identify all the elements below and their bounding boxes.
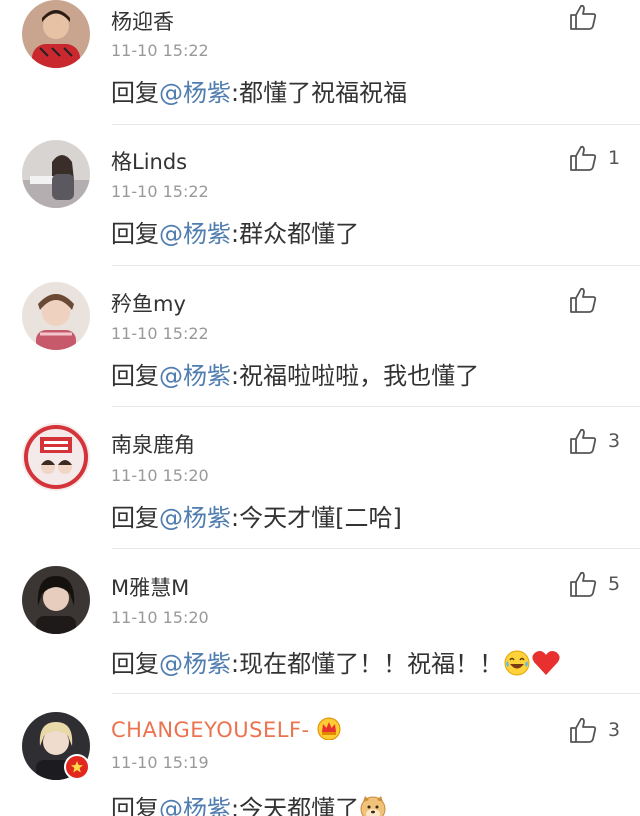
- timestamp: 11-10 15:20: [111, 608, 209, 627]
- like-count: 3: [608, 719, 621, 741]
- reply-prefix: 回复: [111, 504, 159, 532]
- reply-prefix: 回复: [111, 79, 159, 107]
- comment-item: 格Linds 11-10 15:22 回复@杨紫:群众都懂了 1: [0, 140, 640, 265]
- username-text: CHANGEYOUSELF-: [111, 718, 310, 742]
- timestamp: 11-10 15:22: [111, 324, 209, 343]
- comment-body: :都懂了祝福祝福: [231, 79, 408, 107]
- divider: [112, 124, 640, 125]
- comment-list: 杨迎香 11-10 15:22 回复@杨紫:都懂了祝福祝福 格Linds 11-…: [0, 0, 640, 816]
- divider: [112, 548, 640, 549]
- thumbs-up-icon: [570, 145, 597, 171]
- reply-prefix: 回复: [111, 362, 159, 390]
- like-count: 1: [608, 147, 621, 169]
- timestamp: 11-10 15:22: [111, 182, 209, 201]
- comment-text: 回复@杨紫:都懂了祝福祝福: [111, 73, 407, 108]
- username[interactable]: 杨迎香: [111, 6, 174, 36]
- avatar[interactable]: [22, 282, 90, 350]
- mention-link[interactable]: @杨紫: [159, 795, 231, 816]
- crown-icon: [316, 716, 342, 745]
- like-button[interactable]: 3: [568, 715, 620, 745]
- username[interactable]: 南泉鹿角: [111, 429, 195, 459]
- comment-text: 回复@杨紫:今天才懂[二哈]: [111, 498, 402, 533]
- avatar[interactable]: [22, 140, 90, 208]
- comment-item: 矜鱼my 11-10 15:22 回复@杨紫:祝福啦啦啦，我也懂了: [0, 282, 640, 407]
- comment-item: CHANGEYOUSELF- 11-10 15:19 回复@杨紫:今天都懂了 3: [0, 712, 640, 816]
- username[interactable]: 格Linds: [111, 146, 187, 176]
- comment-body: :现在都懂了！！祝福！！: [231, 650, 504, 678]
- username[interactable]: CHANGEYOUSELF-: [111, 716, 342, 745]
- mention-link[interactable]: @杨紫: [159, 650, 231, 678]
- like-button[interactable]: 1: [568, 143, 620, 173]
- comment-body: :今天都懂了: [231, 795, 360, 816]
- username[interactable]: 矜鱼my: [111, 288, 186, 318]
- like-button[interactable]: [568, 2, 598, 32]
- comment-item: 杨迎香 11-10 15:22 回复@杨紫:都懂了祝福祝福: [0, 0, 640, 125]
- red-heart-icon: [531, 649, 561, 683]
- comment-body: :祝福啦啦啦，我也懂了: [231, 362, 480, 390]
- like-button[interactable]: 5: [568, 569, 620, 599]
- divider: [112, 406, 640, 407]
- like-count: 5: [608, 573, 621, 595]
- avatar[interactable]: [22, 566, 90, 634]
- divider: [112, 265, 640, 266]
- like-button[interactable]: 3: [568, 426, 620, 456]
- thumbs-up-icon: [570, 428, 597, 454]
- comment-text: 回复@杨紫:今天都懂了: [111, 789, 387, 816]
- mention-link[interactable]: @杨紫: [159, 504, 231, 532]
- thumbs-up-icon: [570, 4, 597, 30]
- thumbs-up-icon: [570, 571, 597, 597]
- thumbs-up-icon: [570, 287, 597, 313]
- comment-text: 回复@杨紫:现在都懂了！！祝福！！: [111, 644, 561, 683]
- avatar[interactable]: [22, 423, 90, 491]
- reply-prefix: 回复: [111, 650, 159, 678]
- comment-item: 南泉鹿角 11-10 15:20 回复@杨紫:今天才懂[二哈] 3: [0, 423, 640, 548]
- laughing-crying-face-icon: [503, 649, 531, 683]
- like-button[interactable]: [568, 285, 598, 315]
- divider: [112, 693, 640, 694]
- mention-link[interactable]: @杨紫: [159, 79, 231, 107]
- verified-badge-icon: [64, 754, 90, 780]
- comment-text: 回复@杨紫:祝福啦啦啦，我也懂了: [111, 356, 479, 391]
- like-count: 3: [608, 430, 621, 452]
- avatar[interactable]: [22, 0, 90, 68]
- comment-body: :今天才懂[二哈]: [231, 504, 402, 532]
- reply-prefix: 回复: [111, 220, 159, 248]
- comment-text: 回复@杨紫:群众都懂了: [111, 214, 359, 249]
- username[interactable]: M雅慧M: [111, 572, 189, 602]
- doge-dog-face-icon: [359, 794, 387, 816]
- mention-link[interactable]: @杨紫: [159, 362, 231, 390]
- thumbs-up-icon: [570, 717, 597, 743]
- mention-link[interactable]: @杨紫: [159, 220, 231, 248]
- comment-body: :群众都懂了: [231, 220, 360, 248]
- reply-prefix: 回复: [111, 795, 159, 816]
- comment-item: M雅慧M 11-10 15:20 回复@杨紫:现在都懂了！！祝福！！ 5: [0, 566, 640, 691]
- timestamp: 11-10 15:20: [111, 466, 209, 485]
- timestamp: 11-10 15:19: [111, 753, 209, 772]
- timestamp: 11-10 15:22: [111, 41, 209, 60]
